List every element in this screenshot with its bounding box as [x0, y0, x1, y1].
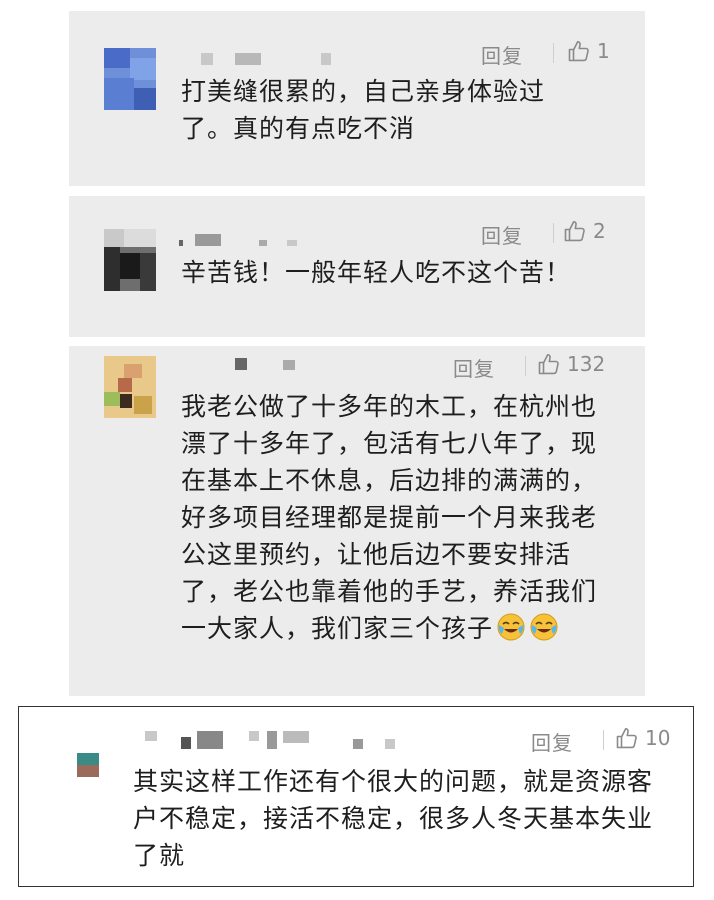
reply-button[interactable]: 回复 — [531, 727, 573, 756]
thumbs-up-icon — [568, 41, 589, 62]
reply-button[interactable]: 回复 — [481, 40, 523, 69]
comment-card: 回复 2 辛苦钱！一般年轻人吃不这个苦！ — [69, 196, 645, 337]
comment-card: 回复 1 打美缝很累的，自己亲身体验过了。真的有点吃不消 — [69, 11, 645, 186]
comment-text: 其实这样工作还有个很大的问题，就是资源客户不稳定，接活不稳定，很多人冬天基本失业… — [133, 767, 654, 870]
crying-laughing-face-icon — [496, 612, 526, 642]
thumbs-up-icon — [564, 221, 585, 242]
divider — [525, 356, 526, 376]
comment-text: 我老公做了十多年的木工，在杭州也漂了十多年了，包活有七八年了，现在基本上不休息，… — [181, 388, 621, 647]
comment-card: 回复 132 我老公做了十多年的木工，在杭州也漂了十多年了，包活有七八年了，现在… — [69, 346, 645, 696]
divider — [553, 43, 554, 63]
avatar[interactable] — [77, 753, 99, 777]
divider — [603, 730, 604, 750]
comment-card-highlighted: 回复 10 其实这样工作还有个很大的问题，就是资源客户不稳定，接活不稳定，很多人… — [18, 706, 694, 887]
avatar[interactable] — [104, 356, 156, 418]
like-count: 132 — [567, 352, 606, 376]
divider — [553, 223, 554, 243]
crying-laughing-face-icon — [529, 612, 559, 642]
username-pixelated[interactable] — [235, 356, 315, 376]
comment-text: 打美缝很累的，自己亲身体验过了。真的有点吃不消 — [181, 77, 546, 143]
like-button[interactable]: 2 — [563, 219, 606, 243]
thumbs-up-icon — [616, 728, 637, 749]
thumbs-up-icon — [538, 354, 559, 375]
username-pixelated[interactable] — [201, 51, 341, 71]
comment-text: 辛苦钱！一般年轻人吃不这个苦！ — [181, 258, 572, 287]
username-pixelated[interactable] — [179, 234, 309, 254]
reply-button[interactable]: 回复 — [481, 220, 523, 249]
like-count: 2 — [593, 219, 606, 243]
like-button[interactable]: 132 — [537, 352, 605, 376]
username-pixelated[interactable] — [145, 731, 405, 751]
like-count: 1 — [597, 39, 610, 63]
comment-text-body: 我老公做了十多年的木工，在杭州也漂了十多年了，包活有七八年了，现在基本上不休息，… — [181, 392, 598, 643]
avatar[interactable] — [104, 229, 156, 291]
like-count: 10 — [645, 726, 671, 750]
reply-button[interactable]: 回复 — [453, 353, 495, 382]
avatar[interactable] — [104, 48, 156, 110]
like-button[interactable]: 1 — [567, 39, 610, 63]
like-button[interactable]: 10 — [615, 726, 670, 750]
